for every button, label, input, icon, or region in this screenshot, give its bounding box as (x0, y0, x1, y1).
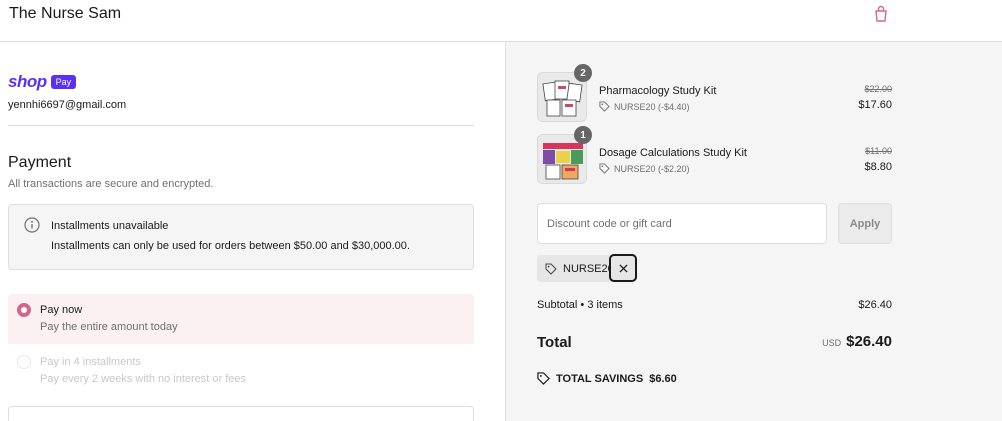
close-icon (618, 263, 628, 273)
payment-option-installments[interactable]: Pay in 4 installments Pay every 2 weeks … (8, 346, 474, 396)
tag-icon (545, 263, 557, 275)
option-label: Pay in 4 installments (40, 356, 141, 368)
discounted-price: $17.60 (858, 99, 892, 111)
quantity-badge: 2 (574, 64, 592, 82)
apply-button[interactable]: Apply (838, 203, 892, 244)
total: USD $26.40 (776, 333, 892, 351)
savings-value: $6.60 (649, 372, 677, 385)
shop-pay-word: shop (8, 72, 47, 91)
item-name: Dosage Calculations Study Kit (599, 147, 747, 159)
applied-discount-tag: NURSE20 (537, 254, 637, 282)
shopping-bag-icon[interactable] (872, 5, 890, 23)
info-icon (24, 217, 40, 233)
notice-title: Installments unavailable (51, 220, 169, 232)
currency-code: USD (822, 338, 842, 348)
option-description: Pay every 2 weeks with no interest or fe… (40, 373, 247, 385)
discount-code-input[interactable] (537, 203, 827, 244)
shop-pay-badge: Pay (50, 75, 77, 89)
tag-icon (599, 101, 610, 112)
original-price: $22.00 (864, 84, 892, 94)
account-email: yennhi6697@gmail.com (8, 99, 127, 111)
store-name[interactable]: The Nurse Sam (9, 5, 121, 23)
installments-notice: Installments unavailable Installments ca… (8, 204, 474, 270)
total-label: Total (537, 334, 572, 351)
divider (8, 125, 474, 126)
option-description: Pay the entire amount today (40, 321, 178, 333)
radio-unselected[interactable] (17, 355, 31, 369)
total-value: $26.40 (846, 333, 892, 350)
subtotal-label: Subtotal • 3 items (537, 299, 623, 311)
checkout-form: shop Pay yennhi6697@gmail.com Payment Al… (0, 42, 505, 421)
radio-selected[interactable] (17, 303, 31, 317)
order-summary: 2 Pharmacology Study Kit NURSE20 (-$4.40… (505, 42, 1002, 421)
payment-title: Payment (8, 154, 72, 171)
item-discount: NURSE20 (-$4.40) (599, 101, 690, 112)
item-discount: NURSE20 (-$2.20) (599, 163, 690, 174)
savings-label: TOTAL SAVINGS (556, 372, 644, 385)
shop-pay-logo: shop Pay (8, 72, 77, 92)
applied-code: NURSE20 (563, 263, 614, 275)
remove-discount-button[interactable] (609, 254, 637, 282)
item-name: Pharmacology Study Kit (599, 85, 717, 97)
savings-tag-icon (537, 372, 550, 385)
cart-item: 2 Pharmacology Study Kit NURSE20 (-$4.40… (537, 64, 892, 122)
payment-method-box (8, 406, 474, 421)
option-label: Pay now (40, 304, 83, 316)
original-price: $11.00 (865, 146, 892, 156)
discounted-price: $8.80 (864, 161, 892, 173)
payment-option-pay-now[interactable]: Pay now Pay the entire amount today (8, 294, 474, 344)
notice-body: Installments can only be used for orders… (51, 240, 410, 252)
header: The Nurse Sam (0, 0, 1002, 42)
tag-icon (599, 163, 610, 174)
cart-item: 1 Dosage Calculations Study Kit NURSE20 … (537, 126, 892, 184)
subtotal-value: $26.40 (858, 299, 892, 311)
payment-subtitle: All transactions are secure and encrypte… (8, 178, 214, 190)
total-savings: TOTAL SAVINGS $6.60 (537, 372, 677, 385)
quantity-badge: 1 (574, 126, 592, 144)
